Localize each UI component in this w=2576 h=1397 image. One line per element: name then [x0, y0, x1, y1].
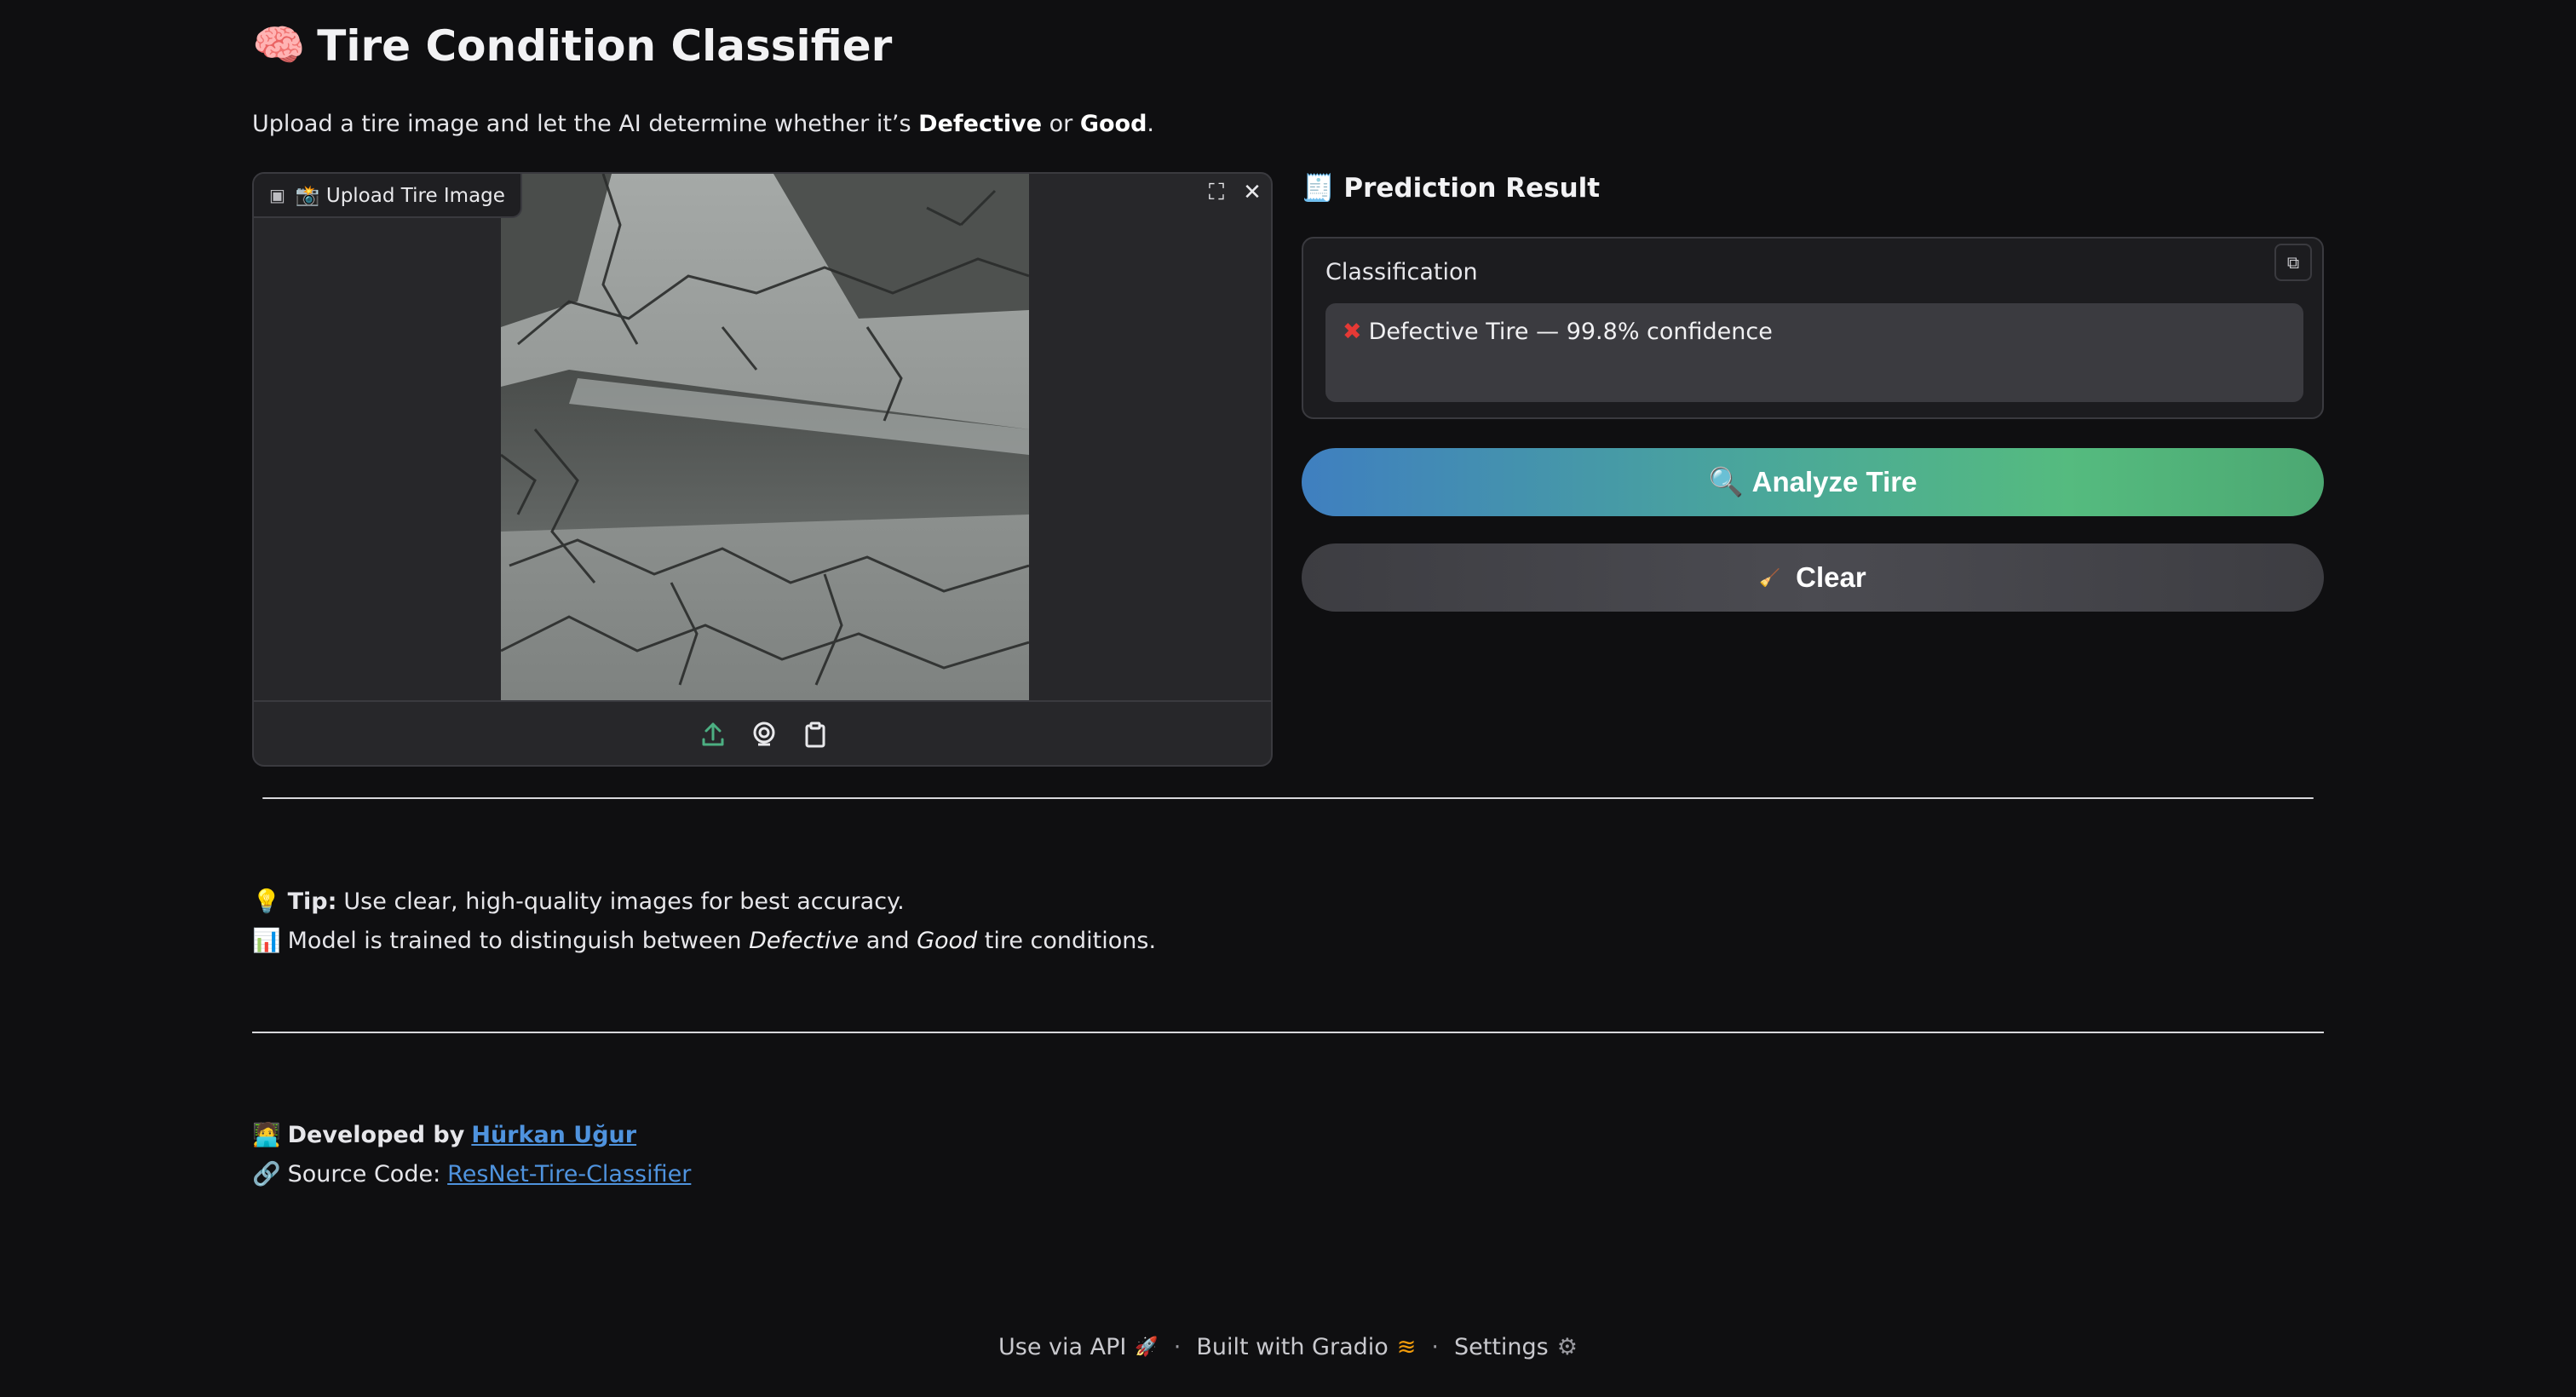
webcam-icon[interactable]	[750, 721, 778, 751]
gradio-logo-icon: ≋	[1396, 1334, 1417, 1360]
analyze-button[interactable]: 🔍 Analyze Tire	[1302, 448, 2324, 516]
magnifier-icon: 🔍	[1708, 465, 1744, 497]
fullscreen-icon[interactable]: ⛶	[1199, 175, 1233, 210]
upload-label: ▣ 📸 Upload Tire Image	[254, 174, 522, 218]
lightbulb-icon: 💡	[252, 888, 281, 915]
developer-credit: 🧑‍💻 Developed by Hürkan Uğur	[252, 1121, 637, 1149]
clipboard-icon[interactable]	[802, 721, 829, 751]
page-title-text: Tire Condition Classifier	[317, 20, 893, 71]
classification-label: Classification	[1325, 259, 1478, 285]
bar-chart-icon: 📊	[252, 928, 281, 954]
image-icon: ▣	[269, 185, 285, 205]
upload-label-text: 📸 Upload Tire Image	[295, 184, 505, 207]
built-with-gradio-link[interactable]: Built with Gradio ≋	[1196, 1334, 1416, 1360]
uploaded-tire-image	[501, 174, 1029, 700]
link-icon: 🔗	[252, 1161, 281, 1187]
classification-output: ✖ Defective Tire — 99.8% confidence	[1325, 303, 2303, 402]
clear-button-label: Clear	[1796, 561, 1866, 593]
source-code-link[interactable]: ResNet-Tire-Classifier	[447, 1161, 691, 1187]
upload-source-toolbar	[254, 700, 1271, 765]
classification-value: Defective Tire — 99.8% confidence	[1368, 319, 1773, 345]
brain-icon: 🧠	[252, 20, 306, 70]
page-subtitle: Upload a tire image and let the AI deter…	[252, 111, 1155, 137]
clear-button[interactable]: 🧹 Clear	[1302, 543, 2324, 612]
cross-mark-icon: ✖	[1343, 319, 1362, 345]
use-via-api-link[interactable]: Use via API 🚀	[998, 1334, 1159, 1360]
classification-card: Classification ⧉ ✖ Defective Tire — 99.8…	[1302, 237, 2324, 419]
close-icon[interactable]: ✕	[1235, 175, 1269, 210]
tip-line: 💡 Tip: Use clear, high-quality images fo…	[252, 888, 905, 916]
model-info-line: 📊 Model is trained to distinguish betwee…	[252, 927, 1157, 955]
footer: Use via API 🚀 · Built with Gradio ≋ · Se…	[998, 1334, 1578, 1360]
settings-link[interactable]: Settings ⚙	[1454, 1334, 1578, 1360]
divider	[252, 1032, 2324, 1033]
developer-icon: 🧑‍💻	[252, 1122, 281, 1148]
gear-icon: ⚙	[1556, 1334, 1578, 1360]
analyze-button-label: Analyze Tire	[1751, 466, 1918, 497]
source-code-line: 🔗 Source Code: ResNet-Tire-Classifier	[252, 1160, 692, 1188]
broom-icon: 🧹	[1759, 568, 1781, 588]
author-link[interactable]: Hürkan Uğur	[471, 1122, 636, 1148]
prediction-title: 🧾 Prediction Result	[1302, 173, 1601, 204]
rocket-icon: 🚀	[1135, 1337, 1159, 1358]
image-upload-panel[interactable]: ▣ 📸 Upload Tire Image ⛶ ✕	[252, 172, 1273, 767]
page-title: 🧠 Tire Condition Classifier	[252, 20, 892, 71]
upload-icon[interactable]	[699, 721, 727, 751]
divider	[262, 797, 2314, 799]
copy-icon[interactable]: ⧉	[2274, 244, 2312, 281]
